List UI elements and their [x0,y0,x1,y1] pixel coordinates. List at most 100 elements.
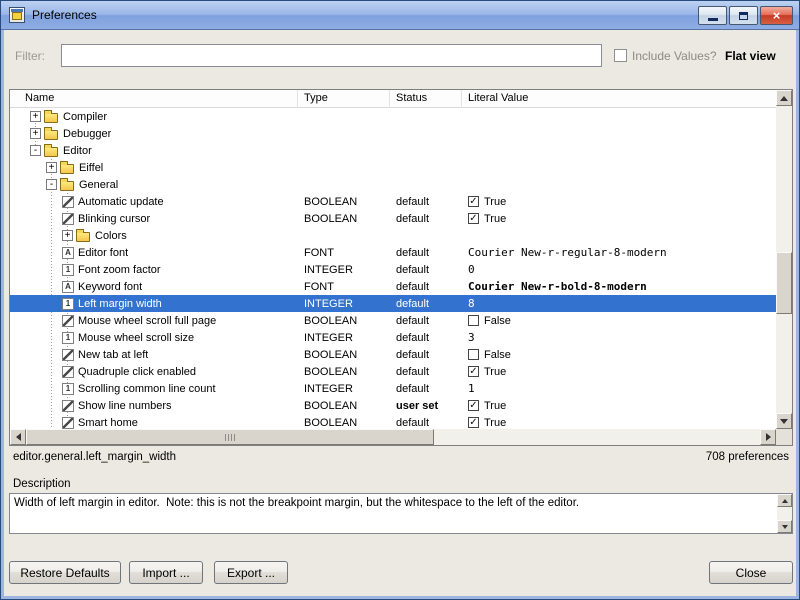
description-scroll-up-button[interactable] [777,494,792,507]
tree-row[interactable]: + Colors [10,227,776,244]
value-text: False [484,315,511,327]
boolean-pref-icon [62,315,74,327]
status-cell: default [390,193,462,210]
tree-row[interactable]: AEditor fontFONTdefaultCourier New-r-reg… [10,244,776,261]
collapse-icon[interactable]: - [46,179,57,190]
value-checkbox[interactable] [468,315,479,326]
type-cell: INTEGER [298,380,390,397]
value-checkbox[interactable]: ✓ [468,366,479,377]
tree-row[interactable]: +Debugger [10,125,776,142]
restore-defaults-button[interactable]: Restore Defaults [9,561,121,584]
filter-input[interactable] [61,44,602,67]
tree-row[interactable]: New tab at leftBOOLEANdefaultFalse [10,346,776,363]
value-cell: False [462,312,776,329]
maximize-icon [739,12,748,20]
row-label: Show line numbers [78,400,172,412]
vertical-scroll-thumb[interactable] [776,252,792,314]
description-label: Description [13,478,71,490]
row-label: Eiffel [79,162,103,174]
tree-row[interactable]: Blinking cursorBOOLEANdefault✓True [10,210,776,227]
value-text: True [484,400,506,412]
column-header-literal-value[interactable]: Literal Value [462,90,776,108]
folder-icon [76,232,90,242]
value-text: Courier New-r-bold-8-modern [468,280,647,293]
scroll-up-button[interactable] [776,90,792,106]
name-cell: 1Font zoom factor [10,261,298,278]
description-text: Width of left margin in editor. Note: th… [10,494,776,533]
tree-row[interactable]: AKeyword fontFONTdefaultCourier New-r-bo… [10,278,776,295]
vertical-scrollbar[interactable] [776,90,792,429]
row-label: Colors [95,230,127,242]
font-pref-icon: A [62,281,74,293]
status-cell [390,108,462,125]
value-checkbox[interactable]: ✓ [468,400,479,411]
value-checkbox[interactable]: ✓ [468,417,479,428]
value-text: 3 [468,331,475,344]
row-label: Mouse wheel scroll size [78,332,194,344]
preferences-window: Preferences × Filter: Include Values? Fl… [0,0,800,600]
filter-label: Filter: [15,49,45,63]
value-cell: False [462,346,776,363]
scroll-down-button[interactable] [776,413,792,429]
tree-row[interactable]: Show line numbersBOOLEANuser set✓True [10,397,776,414]
type-cell: FONT [298,244,390,261]
tree-row[interactable]: + Eiffel [10,159,776,176]
value-checkbox[interactable] [468,349,479,360]
expand-icon[interactable]: + [30,111,41,122]
value-checkbox[interactable]: ✓ [468,196,479,207]
status-cell: default [390,244,462,261]
type-cell: FONT [298,278,390,295]
expand-icon[interactable]: + [62,230,73,241]
value-cell: Courier New-r-regular-8-modern [462,244,776,261]
horizontal-scroll-thumb[interactable] [26,429,434,445]
tree-row[interactable]: 1Scrolling common line countINTEGERdefau… [10,380,776,397]
selected-preference-path: editor.general.left_margin_width [13,451,176,463]
column-header-name[interactable]: Name [10,90,298,108]
minimize-button[interactable] [698,6,727,25]
status-row: editor.general.left_margin_width 708 pre… [13,451,789,463]
name-cell: Automatic update [10,193,298,210]
expand-icon[interactable]: + [30,128,41,139]
tree-row[interactable]: Quadruple click enabledBOOLEANdefault✓Tr… [10,363,776,380]
tree-row[interactable]: Mouse wheel scroll full pageBOOLEANdefau… [10,312,776,329]
import-button[interactable]: Import ... [129,561,203,584]
tree-row[interactable]: Automatic updateBOOLEANdefault✓True [10,193,776,210]
row-label: Scrolling common line count [78,383,216,395]
scroll-right-button[interactable] [760,429,776,445]
value-checkbox[interactable]: ✓ [468,213,479,224]
include-values-checkbox[interactable] [614,49,627,62]
row-label: General [79,179,118,191]
tree-row[interactable]: 1Font zoom factorINTEGERdefault0 [10,261,776,278]
row-label: Mouse wheel scroll full page [78,315,216,327]
tree-row[interactable]: 1Left margin widthINTEGERdefault8 [10,295,776,312]
boolean-pref-icon [62,366,74,378]
column-header-type[interactable]: Type [298,90,390,108]
maximize-button[interactable] [729,6,758,25]
boolean-pref-icon [62,417,74,429]
column-header-status[interactable]: Status [390,90,462,108]
folder-icon [60,164,74,174]
preferences-tree-panel: Name Type Status Literal Value +Compiler… [9,89,793,446]
tree-row[interactable]: Smart homeBOOLEANdefault✓True [10,414,776,429]
value-cell: ✓True [462,363,776,380]
horizontal-scrollbar[interactable] [10,429,776,445]
minimize-icon [708,18,718,21]
description-scrollbar[interactable] [777,494,792,533]
boolean-pref-icon [62,213,74,225]
description-scroll-down-button[interactable] [777,520,792,533]
tree-row[interactable]: - General [10,176,776,193]
scroll-left-button[interactable] [10,429,26,445]
collapse-icon[interactable]: - [30,145,41,156]
tree-row[interactable]: 1Mouse wheel scroll sizeINTEGERdefault3 [10,329,776,346]
expand-icon[interactable]: + [46,162,57,173]
flat-view-toggle[interactable]: Flat view [725,49,776,63]
status-cell: default [390,210,462,227]
export-button[interactable]: Export ... [214,561,288,584]
status-cell [390,176,462,193]
close-window-button[interactable]: × [760,6,793,25]
close-button[interactable]: Close [709,561,793,584]
tree-row[interactable]: -Editor [10,142,776,159]
titlebar[interactable]: Preferences × [1,1,799,30]
value-cell: ✓True [462,193,776,210]
tree-row[interactable]: +Compiler [10,108,776,125]
